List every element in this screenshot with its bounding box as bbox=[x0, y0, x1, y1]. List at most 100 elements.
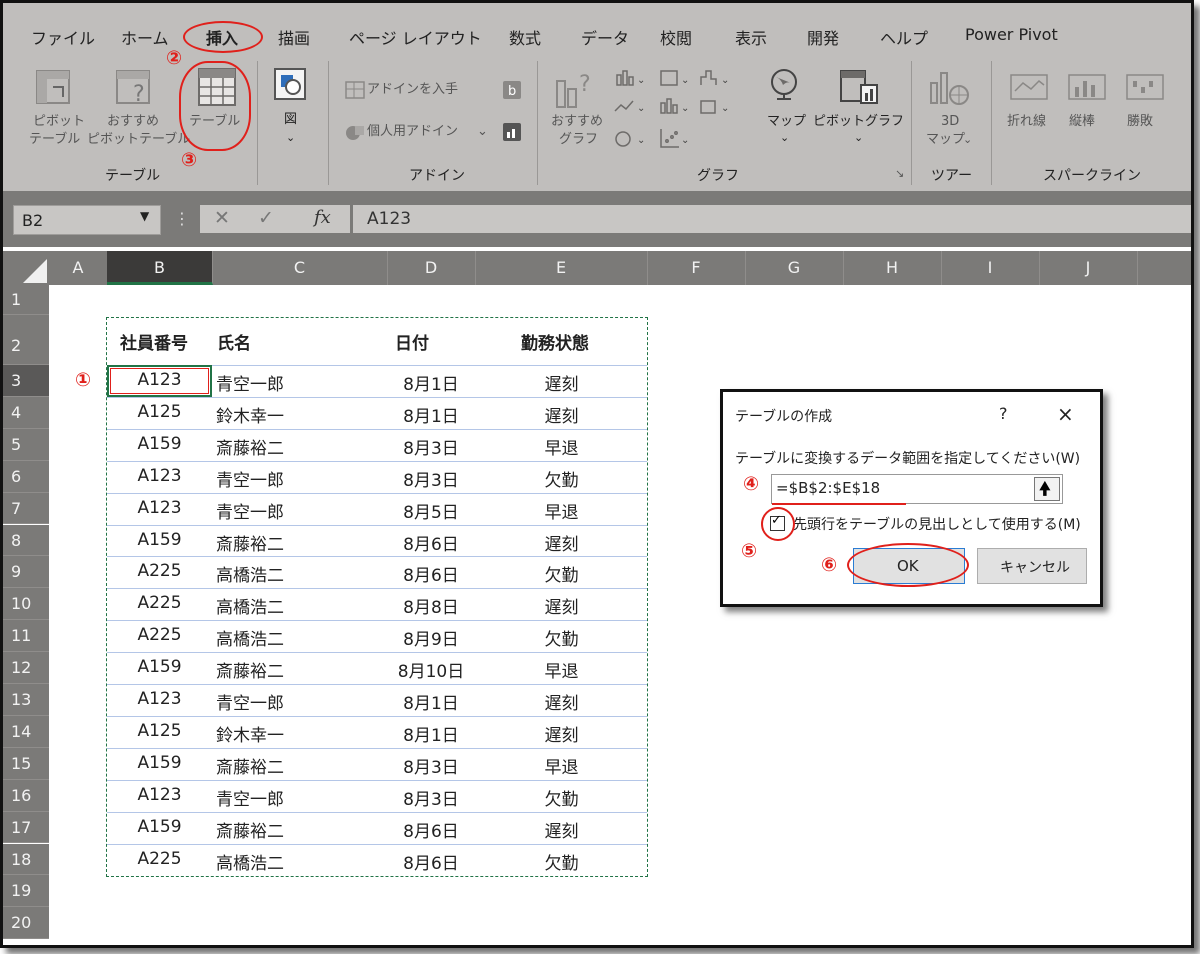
cell-date[interactable]: 8月3日 bbox=[387, 434, 475, 459]
cell-status[interactable]: 欠勤 bbox=[475, 466, 648, 491]
cell-employee-id[interactable]: A125 bbox=[106, 402, 213, 422]
get-addins-button[interactable]: アドインを入手 bbox=[367, 81, 458, 99]
row-header-4[interactable]: 4 bbox=[3, 396, 49, 429]
tab-formulas[interactable]: 数式 bbox=[509, 25, 541, 49]
chevron-down-icon[interactable]: ⌄ bbox=[286, 129, 295, 147]
pivot-table-label-2[interactable]: テーブル bbox=[29, 131, 80, 149]
tab-page-layout[interactable]: ページ レイアウト bbox=[349, 25, 482, 49]
cell-status[interactable]: 遅刻 bbox=[475, 402, 648, 427]
row-header-9[interactable]: 9 bbox=[3, 556, 49, 589]
row-header-6[interactable]: 6 bbox=[3, 460, 49, 493]
cell-employee-id[interactable]: A225 bbox=[106, 849, 213, 869]
cell-name[interactable]: 斎藤裕二 bbox=[216, 530, 284, 555]
cell-name[interactable]: 鈴木幸一 bbox=[216, 721, 284, 746]
column-header-b[interactable]: B bbox=[107, 251, 213, 285]
row-header-16[interactable]: 16 bbox=[3, 779, 49, 812]
chart-type-icons[interactable]: ⌄ ⌄ ⌄ ⌄ ⌄ ⌄ ⌄ ⌄ bbox=[609, 67, 749, 159]
people-graph-icon[interactable] bbox=[503, 123, 521, 141]
formula-input[interactable]: A123 bbox=[353, 205, 1191, 233]
cell-date[interactable]: 8月5日 bbox=[387, 498, 475, 523]
cell-date[interactable]: 8月1日 bbox=[387, 402, 475, 427]
cell-employee-id[interactable]: A159 bbox=[106, 753, 213, 773]
cell-employee-id[interactable]: A225 bbox=[106, 593, 213, 613]
help-button[interactable]: ? bbox=[999, 404, 1008, 423]
cell-date[interactable]: 8月6日 bbox=[387, 561, 475, 586]
column-header-d[interactable]: D bbox=[387, 251, 476, 285]
header-cell-date[interactable]: 日付 bbox=[395, 329, 429, 354]
cell-date[interactable]: 8月1日 bbox=[387, 689, 475, 714]
cell-employee-id[interactable]: A225 bbox=[106, 625, 213, 645]
recommended-charts-label-2[interactable]: グラフ bbox=[559, 131, 598, 149]
row-header-13[interactable]: 13 bbox=[3, 684, 49, 716]
row-header-11[interactable]: 11 bbox=[3, 620, 49, 653]
cell-name[interactable]: 青空一郎 bbox=[216, 785, 284, 810]
cell-date[interactable]: 8月3日 bbox=[387, 466, 475, 491]
row-header-10[interactable]: 10 bbox=[3, 588, 49, 621]
row-header-8[interactable]: 8 bbox=[3, 524, 49, 557]
cell-name[interactable]: 斎藤裕二 bbox=[216, 657, 284, 682]
cell-status[interactable]: 早退 bbox=[475, 657, 648, 682]
cell-name[interactable]: 青空一郎 bbox=[216, 689, 284, 714]
cell-status[interactable]: 遅刻 bbox=[475, 817, 648, 842]
cell-name[interactable]: 青空一郎 bbox=[216, 466, 284, 491]
cell-status[interactable]: 遅刻 bbox=[475, 530, 648, 555]
tab-review[interactable]: 校閲 bbox=[660, 25, 692, 49]
tab-view[interactable]: 表示 bbox=[735, 25, 767, 49]
sparkline-line-button[interactable]: 折れ線 bbox=[1007, 113, 1046, 131]
close-button[interactable]: × bbox=[1057, 402, 1074, 426]
cell-name[interactable]: 高橋浩二 bbox=[216, 625, 284, 650]
sparkline-winloss-button[interactable]: 勝敗 bbox=[1127, 113, 1153, 131]
insert-function-icon[interactable]: fx bbox=[314, 207, 331, 228]
tab-data[interactable]: データ bbox=[581, 25, 629, 49]
cell-date[interactable]: 8月6日 bbox=[387, 530, 475, 555]
cell-date[interactable]: 8月6日 bbox=[387, 849, 475, 874]
range-input[interactable]: =$B$2:$E$18 🠝 bbox=[771, 474, 1063, 505]
illustrations-label[interactable]: 図 bbox=[284, 111, 297, 129]
column-header-f[interactable]: F bbox=[647, 251, 746, 285]
tab-developer[interactable]: 開発 bbox=[807, 25, 839, 49]
column-header-a[interactable]: A bbox=[49, 251, 108, 285]
enter-check-icon[interactable]: ✓ bbox=[258, 207, 274, 229]
bing-icon[interactable]: b bbox=[503, 81, 521, 99]
3d-map-label-2[interactable]: マップ bbox=[926, 131, 965, 149]
cell-employee-id[interactable]: A159 bbox=[106, 434, 213, 454]
tab-draw[interactable]: 描画 bbox=[278, 25, 310, 49]
cell-status[interactable]: 欠勤 bbox=[475, 561, 648, 586]
tab-home[interactable]: ホーム bbox=[121, 25, 169, 49]
cancel-button[interactable]: キャンセル bbox=[977, 548, 1087, 584]
cell-name[interactable]: 高橋浩二 bbox=[216, 593, 284, 618]
cancel-icon[interactable]: ✕ bbox=[214, 207, 230, 229]
cell-name[interactable]: 青空一郎 bbox=[216, 370, 284, 395]
recommended-pivot-label-1[interactable]: おすすめ bbox=[107, 113, 159, 131]
tab-help[interactable]: ヘルプ bbox=[880, 25, 928, 49]
cell-date[interactable]: 8月1日 bbox=[387, 721, 475, 746]
cell-status[interactable]: 早退 bbox=[475, 753, 648, 778]
cell-name[interactable]: 斎藤裕二 bbox=[216, 434, 284, 459]
name-box[interactable]: B2 ▼ bbox=[13, 205, 161, 235]
row-header-3[interactable]: 3 bbox=[3, 365, 49, 397]
cell-name[interactable]: 鈴木幸一 bbox=[216, 402, 284, 427]
recommended-charts-label-1[interactable]: おすすめ bbox=[551, 113, 603, 131]
cell-status[interactable]: 遅刻 bbox=[475, 593, 648, 618]
cell-name[interactable]: 青空一郎 bbox=[216, 498, 284, 523]
chevron-down-icon[interactable]: ⌄ bbox=[780, 129, 789, 147]
column-header-j[interactable]: J bbox=[1039, 251, 1138, 285]
cell-employee-id[interactable]: A159 bbox=[106, 530, 213, 550]
chevron-down-icon[interactable]: ⌄ bbox=[854, 129, 863, 147]
collapse-range-button[interactable]: 🠝 bbox=[1034, 477, 1060, 501]
cell-employee-id[interactable]: A159 bbox=[106, 817, 213, 837]
cell-date[interactable]: 8月1日 bbox=[387, 370, 475, 395]
cell-status[interactable]: 欠勤 bbox=[475, 785, 648, 810]
column-header-i[interactable]: I bbox=[941, 251, 1040, 285]
pivot-table-label-1[interactable]: ピボット bbox=[33, 113, 85, 131]
row-header-20[interactable]: 20 bbox=[3, 907, 49, 940]
header-cell-status[interactable]: 勤務状態 bbox=[521, 329, 589, 354]
cell-status[interactable]: 早退 bbox=[475, 434, 648, 459]
cell-status[interactable]: 欠勤 bbox=[475, 849, 648, 874]
cell-employee-id[interactable]: A123 bbox=[106, 785, 213, 805]
name-box-dropdown-icon[interactable]: ▼ bbox=[140, 209, 149, 223]
row-header-1[interactable]: 1 bbox=[3, 285, 49, 315]
select-all-icon[interactable] bbox=[19, 257, 49, 285]
cell-date[interactable]: 8月3日 bbox=[387, 785, 475, 810]
cell-employee-id[interactable]: A123 bbox=[106, 466, 213, 486]
